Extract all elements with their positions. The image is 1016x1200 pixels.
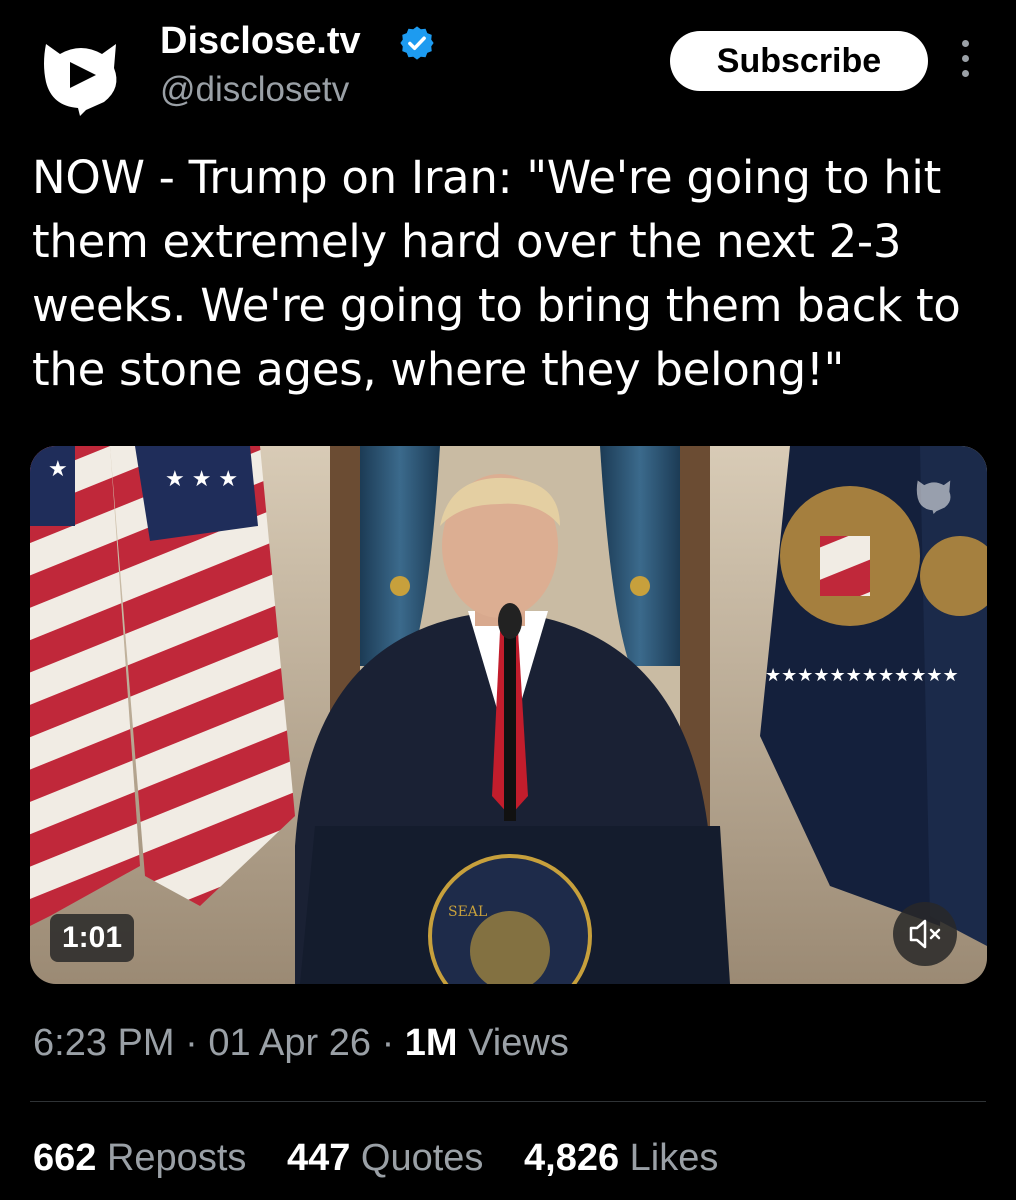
video-player[interactable]: ★ ★ ★ ★ ★★★★★★★★★★★★ SEAL (30, 446, 987, 984)
likes-label: Likes (629, 1137, 719, 1179)
video-duration-badge: 1:01 (50, 914, 134, 962)
quotes-count: 447 (286, 1137, 351, 1179)
quotes-label: Quotes (360, 1137, 484, 1179)
disclosetv-watermark-icon (912, 474, 956, 514)
tweet-date[interactable]: 01 Apr 26 (208, 1022, 371, 1064)
reposts-stat[interactable]: 662 Reposts (33, 1137, 246, 1180)
reposts-label: Reposts (106, 1137, 247, 1179)
divider (30, 1101, 986, 1102)
account-name[interactable]: Disclose.tv (160, 20, 361, 63)
reposts-count: 662 (33, 1137, 97, 1179)
likes-stat[interactable]: 4,826 Likes (524, 1137, 718, 1180)
svg-text:★: ★ (48, 457, 68, 482)
disclosetv-logo-icon (44, 44, 117, 116)
separator: · (381, 1022, 395, 1064)
verified-badge-icon (398, 24, 436, 62)
subscribe-button[interactable]: Subscribe (670, 31, 928, 91)
more-vertical-icon[interactable] (955, 40, 975, 84)
svg-text:★★★★★★★★★★★★: ★★★★★★★★★★★★ (765, 665, 959, 686)
svg-text:★ ★ ★: ★ ★ ★ (165, 467, 238, 492)
views-count: 1M (404, 1022, 458, 1064)
tweet-time[interactable]: 6:23 PM (33, 1022, 175, 1064)
video-thumbnail: ★ ★ ★ ★ ★★★★★★★★★★★★ SEAL (30, 446, 987, 984)
tweet-meta: 6:23 PM · 01 Apr 26 · 1M Views (33, 1022, 569, 1065)
tweet-text: NOW - Trump on Iran: "We're going to hit… (32, 151, 961, 396)
separator: · (185, 1022, 198, 1064)
views-label: Views (468, 1022, 569, 1064)
account-handle[interactable]: @disclosetv (160, 70, 349, 110)
engagement-stats: 662 Reposts 447 Quotes 4,826 Likes (33, 1137, 748, 1180)
quotes-stat[interactable]: 447 Quotes (287, 1137, 484, 1180)
likes-count: 4,826 (524, 1137, 620, 1179)
speaker-muted-icon[interactable] (893, 902, 957, 966)
avatar[interactable] (38, 30, 124, 116)
svg-text:SEAL: SEAL (448, 904, 487, 920)
